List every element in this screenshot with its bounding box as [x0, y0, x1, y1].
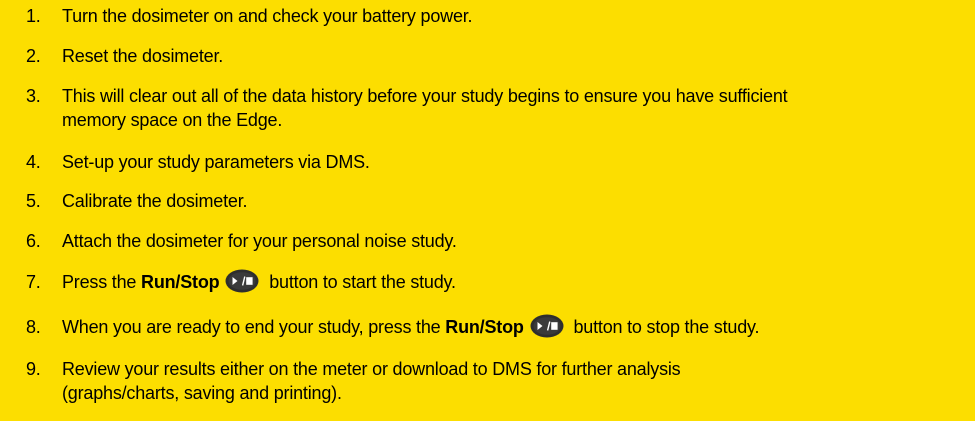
- step-number: 4.: [26, 152, 41, 172]
- step-text: This will clear out all of the data hist…: [62, 84, 962, 132]
- step-text: Review your results either on the meter …: [62, 357, 962, 405]
- step-text-line-1: Review your results either on the meter …: [62, 359, 681, 379]
- run-stop-label: Run/Stop: [445, 317, 524, 337]
- step-text-line-1: This will clear out all of the data hist…: [62, 86, 788, 106]
- step-number: 9.: [26, 359, 41, 379]
- step-text-after: button to start the study.: [264, 272, 456, 292]
- step-number: 3.: [26, 86, 41, 106]
- instruction-page: 1. Turn the dosimeter on and check your …: [0, 0, 975, 421]
- step-text: Calibrate the dosimeter.: [62, 191, 248, 211]
- step-text-line-2: memory space on the Edge.: [62, 110, 283, 130]
- step-number: 7.: [26, 272, 41, 292]
- step-text-line-2: (graphs/charts, saving and printing).: [62, 383, 342, 403]
- run-stop-button-icon: [530, 314, 564, 338]
- step-number: 2.: [26, 46, 41, 66]
- step-number: 5.: [26, 191, 41, 211]
- step-number: 8.: [26, 317, 41, 337]
- step-text: When you are ready to end your study, pr…: [62, 314, 962, 339]
- step-text-before: When you are ready to end your study, pr…: [62, 317, 446, 337]
- run-stop-button-icon: [225, 269, 259, 293]
- step-text: Turn the dosimeter on and check your bat…: [62, 6, 473, 26]
- step-text-before: Press the: [62, 272, 142, 292]
- step-number: 1.: [26, 6, 41, 26]
- step-text-after: button to stop the study.: [568, 317, 760, 337]
- step-text: Attach the dosimeter for your personal n…: [62, 231, 457, 251]
- run-stop-label: Run/Stop: [141, 272, 220, 292]
- step-text: Press the Run/Stop button to start the s…: [62, 269, 962, 294]
- step-number: 6.: [26, 231, 41, 251]
- step-text: Reset the dosimeter.: [62, 46, 224, 66]
- step-text: Set-up your study parameters via DMS.: [62, 152, 370, 172]
